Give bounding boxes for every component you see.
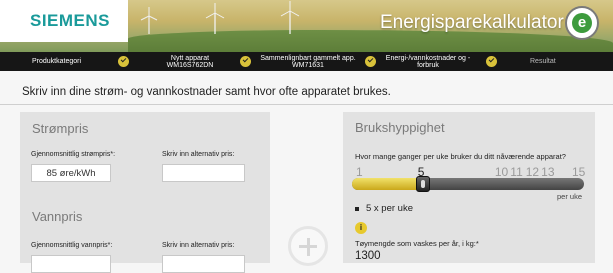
slider-fill (352, 178, 426, 190)
eco-badge-icon: e (565, 6, 599, 40)
step-label: Energi-/vannkostnader og -forbruk (385, 54, 471, 69)
page-title: Energisparekalkulator (380, 12, 564, 33)
avg-strom-field: 85 øre/kWh (31, 164, 111, 182)
usage-question: Hvor mange ganger per uke bruker du ditt… (355, 152, 566, 161)
avg-vann-label: Gjennomsnittlig vannpris*: (31, 242, 113, 249)
per-week-unit: per uke (557, 192, 583, 201)
checkmark-icon (118, 56, 129, 67)
price-panel: Strømpris Gjennomsnittlig strømpris*: 85… (20, 112, 270, 273)
plus-icon (288, 226, 328, 266)
divider (0, 104, 613, 105)
siemens-logo[interactable]: SIEMENS (30, 11, 110, 31)
alt-strom-label: Skriv inn alternativ pris: (162, 151, 235, 158)
vann-title: Vannpris (32, 209, 83, 224)
wind-turbine-icon (280, 1, 300, 34)
avg-vann-field (31, 255, 111, 273)
slider-tick-label: 10 (494, 165, 509, 179)
logo-area: SIEMENS (0, 0, 128, 42)
step-energi-vann[interactable]: Energi-/vannkostnader og -forbruk (378, 52, 478, 71)
slider-handle[interactable] (415, 176, 430, 192)
step-label: Nytt apparat WM16S762DN (166, 54, 214, 69)
usage-slider[interactable] (352, 176, 584, 192)
wind-turbine-icon (140, 7, 158, 34)
step-label: Resultat (530, 58, 556, 65)
slider-tick-label: 15 (572, 165, 586, 179)
checkmark-icon (486, 56, 497, 67)
selected-frequency: 5 x per uke (366, 203, 413, 214)
step-label: Sammenlignbart gammelt app. WM71631 (260, 54, 356, 69)
brukshyppighet-title: Brukshyppighet (355, 120, 445, 135)
slider-scale: 1 5 10 11 12 13 15 (352, 165, 586, 179)
laundry-weight-label: Tøymengde som vaskes per år, i kg:* (355, 239, 479, 248)
strom-title: Strømpris (32, 121, 89, 136)
slider-tick-label: 11 (510, 165, 523, 179)
eco-symbol: e (572, 13, 592, 33)
step-produktkategori[interactable]: Produktkategori (32, 52, 102, 71)
step-gammelt-apparat[interactable]: Sammenlignbart gammelt app. WM71631 (252, 52, 364, 71)
slider-tick-label: 12 (525, 165, 540, 179)
avg-strom-label: Gjennomsnittlig strømpris*: (31, 151, 116, 158)
progress-steps: Produktkategori Nytt apparat WM16S762DN … (0, 52, 613, 71)
alt-vann-input[interactable] (162, 255, 245, 273)
alt-vann-label: Skriv inn alternativ pris: (162, 242, 235, 249)
step-label: Produktkategori (32, 58, 82, 65)
bullet-icon (355, 207, 359, 211)
slider-tick-label: 13 (541, 165, 555, 179)
wind-turbine-icon (205, 3, 225, 34)
laundry-weight-value[interactable]: 1300 (355, 250, 381, 262)
alt-strom-input[interactable] (162, 164, 245, 182)
step-resultat[interactable]: Resultat (530, 52, 576, 71)
step-nytt-apparat[interactable]: Nytt apparat WM16S762DN (150, 52, 230, 71)
checkmark-icon (365, 56, 376, 67)
info-icon[interactable]: i (355, 222, 367, 234)
header-banner: SIEMENS Energisparekalkulator e (0, 0, 613, 52)
instruction-text: Skriv inn dine strøm- og vannkostnader s… (22, 86, 391, 98)
slider-tick-label: 1 (356, 165, 363, 179)
checkmark-icon (240, 56, 251, 67)
